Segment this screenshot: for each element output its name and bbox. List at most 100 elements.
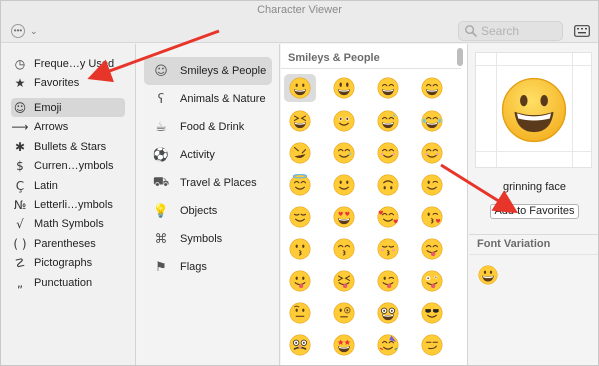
emoji-cell-winking-face-tongue[interactable] [372,267,404,295]
grid-heading: Smileys & People [288,52,380,64]
sidebar-item-label: Punctuation [34,276,93,289]
emoji-cell-slightly-smiling-face[interactable] [328,171,360,199]
emoji-cell-smirking-face[interactable] [416,331,448,359]
symbols-icon: ⌘ [154,231,168,247]
pictograph-icon: ☡ [14,255,26,270]
category-animals-nature[interactable]: ʕ Animals & Nature [144,85,272,113]
category-food-drink[interactable]: ☕ Food & Drink [144,113,272,141]
sidebar-item-label: Math Symbols [34,217,104,230]
emoji-cell-face-smiling-tear[interactable] [328,139,360,167]
emoji-cell-nerd-face[interactable] [372,299,404,327]
emoji-cell-zany-face[interactable] [416,267,448,295]
beaming-face-icon [421,77,443,99]
emoji-cell-grinning-face-sweat[interactable] [372,107,404,135]
grinning-face-variation-icon[interactable] [478,265,498,285]
emoji-cell-grinning-face[interactable] [284,74,316,102]
emoji-cell-face-tears-of-joy[interactable] [416,107,448,135]
sidebar-item-arrows[interactable]: ⟶ Arrows [11,117,125,136]
preview-guide [496,53,497,167]
category-label: Animals & Nature [180,93,266,105]
emoji-cell-relieved-face[interactable] [284,203,316,231]
sidebar-item-frequently-used[interactable]: ◷ Freque…y Used [11,54,125,73]
search-input[interactable] [481,24,557,38]
category-objects[interactable]: 💡 Objects [144,197,272,225]
emoji-cell-face-raised-eyebrow[interactable] [284,299,316,327]
grid-scrollbar[interactable] [457,48,463,66]
category-label: Travel & Places [180,177,257,189]
sidebar-item-math-symbols[interactable]: √ Math Symbols [11,214,125,233]
face-tears-of-joy-icon [421,110,443,132]
emoji-cell-kissing-face-smiling-eyes[interactable] [328,235,360,263]
emoji-cell-face-with-tongue[interactable] [284,267,316,295]
category-smileys-people[interactable]: ☺ Smileys & People [144,57,272,85]
emoji-cell-star-struck[interactable] [328,331,360,359]
emoji-cell-smiling-face-with-halo[interactable] [284,171,316,199]
emoji-cell-face-holding-back-tears[interactable] [328,107,360,135]
emoji-cell-rolling-on-floor-laughing[interactable] [284,139,316,167]
sidebar-item-parentheses[interactable]: ( ) Parentheses [11,234,125,253]
emoji-cell-upside-down-face[interactable] [372,171,404,199]
emoji-cell-disguised-face[interactable] [284,331,316,359]
preview-guide [476,151,591,152]
emoji-cell-squinting-face-tongue[interactable] [328,267,360,295]
keyboard-viewer-icon[interactable] [574,25,590,37]
sidebar-item-punctuation[interactable]: „ Punctuation [11,273,125,292]
emoji-cell-face-savoring-food[interactable] [416,235,448,263]
sidebar-item-label: Latin [34,179,58,192]
sidebar-item-label: Bullets & Stars [34,140,107,153]
category-symbols[interactable]: ⌘ Symbols [144,225,272,253]
emoji-cell-beaming-face[interactable] [416,74,448,102]
bear-icon: ʕ [157,91,165,107]
emoji-cell-grinning-face-big-eyes[interactable] [328,74,360,102]
smiley-icon: ☺ [154,63,168,79]
sidebar-item-latin[interactable]: Ç Latin [11,176,125,195]
search-field[interactable] [458,21,563,41]
grinning-face-preview-icon [501,77,567,143]
zany-face-icon [421,270,443,292]
emoji-cell-smiling-face-sunglasses[interactable] [416,299,448,327]
category-label: Activity [180,149,215,161]
emoji-cell-face-with-monocle[interactable] [328,299,360,327]
partying-face-icon [377,334,399,356]
square-root-icon: √ [16,216,24,231]
kissing-face-closed-eyes-icon [377,238,399,260]
category-activity[interactable]: ⚽ Activity [144,141,272,169]
sidebar-item-pictographs[interactable]: ☡ Pictographs [11,253,125,272]
heart-eyes-face-icon [333,206,355,228]
sidebar-item-emoji[interactable]: ☺ Emoji [11,98,125,117]
emoji-cell-heart-eyes-face[interactable] [328,203,360,231]
sidebar-item-label: Letterli…ymbols [34,198,113,211]
emoji-cell-kissing-face-closed-eyes[interactable] [372,235,404,263]
sidebar-item-currency-symbols[interactable]: $ Curren…ymbols [11,156,125,175]
cup-icon: ☕ [155,119,167,135]
add-to-favorites-button[interactable]: Add to Favorites [490,204,579,219]
face-raised-eyebrow-icon [289,302,311,324]
emoji-cell-winking-face[interactable] [416,171,448,199]
category-label: Flags [180,261,207,273]
rolling-on-floor-laughing-icon [289,142,311,164]
emoji-cell-smiling-face[interactable] [372,139,404,167]
category-travel-places[interactable]: ⛟ Travel & Places [144,169,272,197]
sidebar-item-favorites[interactable]: ★ Favorites [11,73,125,92]
smirking-face-icon [421,334,443,356]
emoji-cell-grinning-face-smiling-eyes[interactable] [372,74,404,102]
smiling-face-icon [377,142,399,164]
emoji-cell-face-blowing-kiss[interactable] [416,203,448,231]
face-holding-back-tears-icon [333,110,355,132]
flag-icon: ⚑ [155,259,167,275]
action-menu-button[interactable]: ••• ⌄ [11,23,49,39]
sidebar-item-bullets-stars[interactable]: ✱ Bullets & Stars [11,137,125,156]
bullets-icon: ✱ [14,139,26,154]
emoji-cell-kissing-face[interactable] [284,235,316,263]
parentheses-icon: ( ) [13,236,27,251]
relieved-face-icon [289,206,311,228]
category-label: Symbols [180,233,223,245]
face-smiling-tear-icon [333,142,355,164]
sidebar-item-label: Arrows [34,120,69,133]
emoji-cell-smiling-face-smiling-eyes[interactable] [416,139,448,167]
category-flags[interactable]: ⚑ Flags [144,253,272,281]
emoji-cell-grinning-squinting-face[interactable] [284,107,316,135]
emoji-cell-smiling-face-with-hearts[interactable] [372,203,404,231]
sidebar-item-letterlike-symbols[interactable]: № Letterli…ymbols [11,195,125,214]
emoji-cell-partying-face[interactable] [372,331,404,359]
